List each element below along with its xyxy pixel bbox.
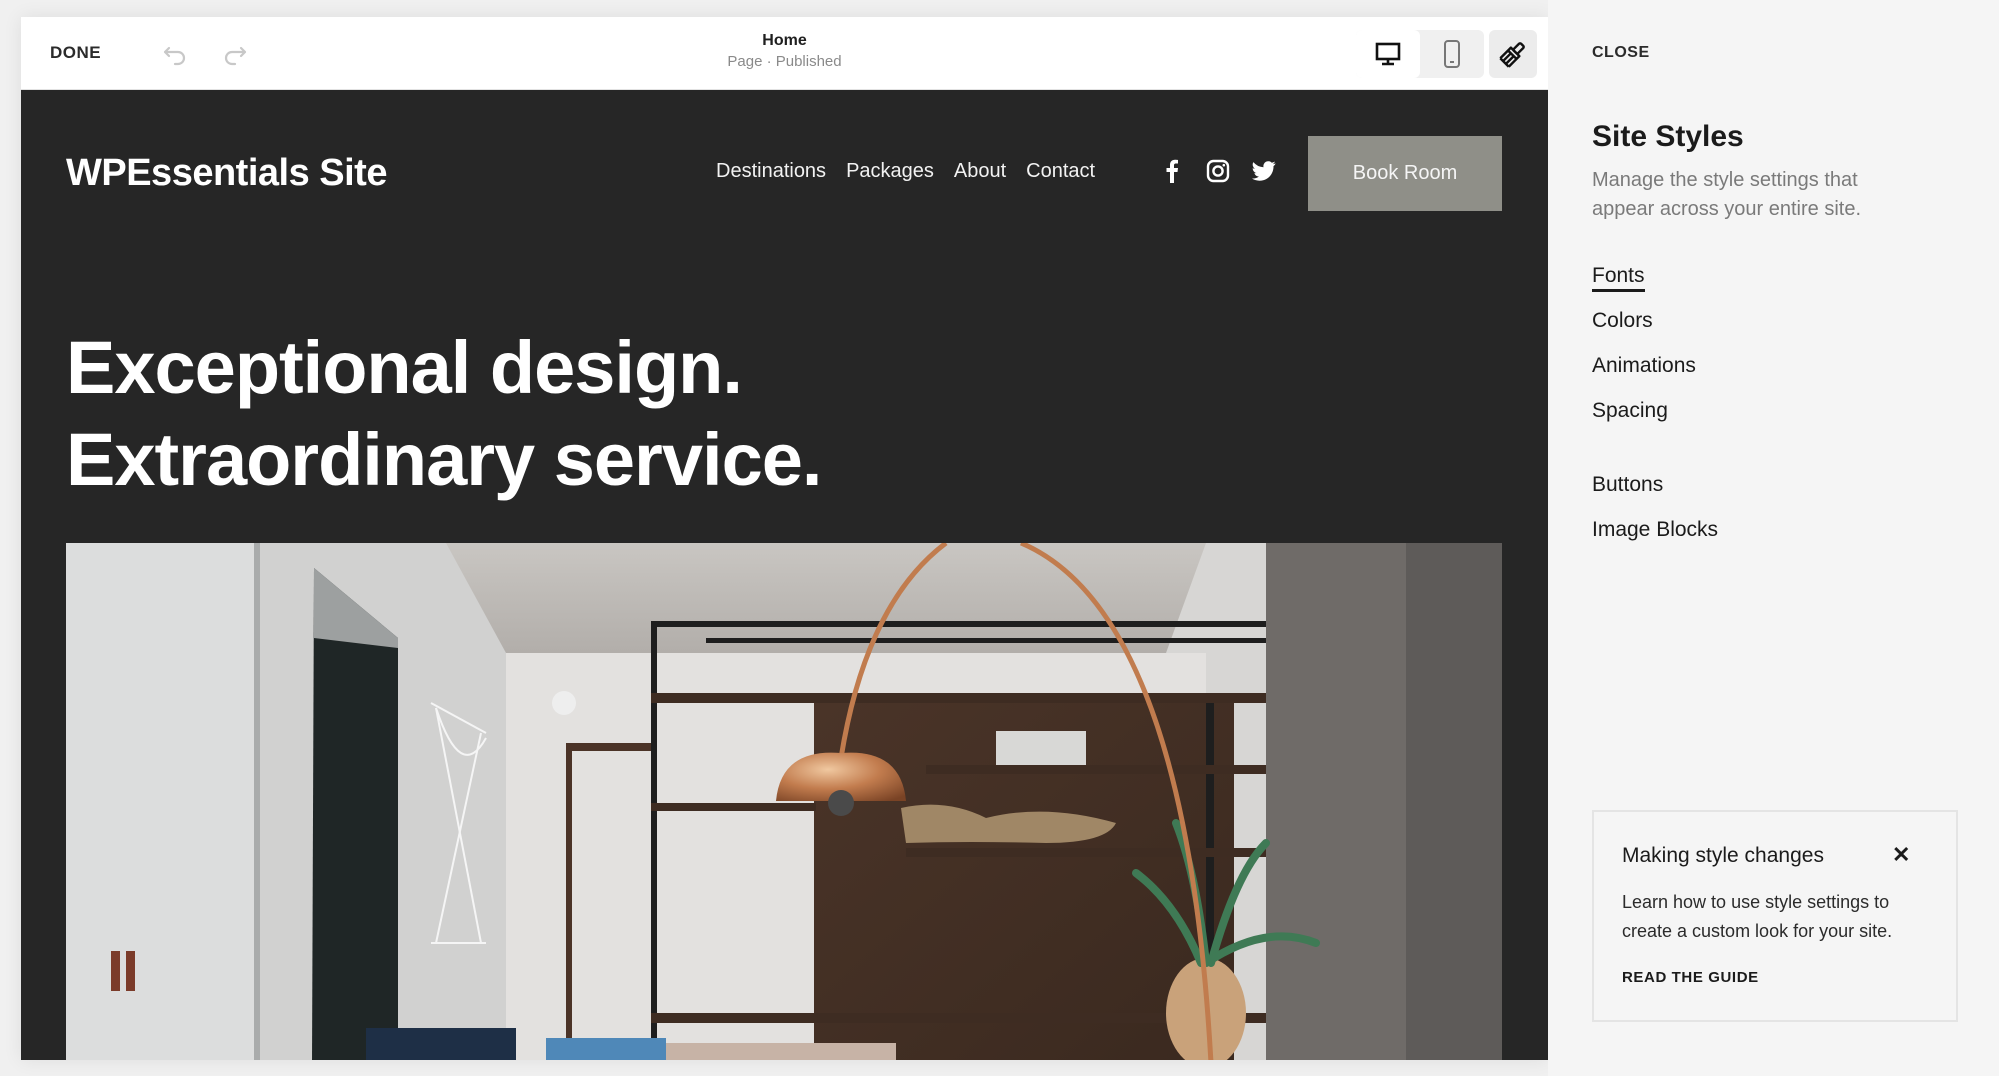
site-nav: Destinations Packages About Contact (716, 160, 1095, 183)
close-icon[interactable]: ✕ (1892, 842, 1910, 868)
twitter-link[interactable] (1252, 158, 1276, 184)
site-styles-button[interactable] (1489, 30, 1537, 78)
menu-item-label: Colors (1592, 309, 1653, 332)
site-styles-panel: CLOSE Site Styles Manage the style setti… (1548, 0, 1999, 1076)
menu-item-colors[interactable]: Colors (1592, 307, 1718, 352)
menu-item-label: Buttons (1592, 473, 1664, 496)
page-title: Home (762, 32, 807, 49)
mobile-view-button[interactable] (1420, 30, 1484, 78)
editor-toolbar: DONE Home Page · Published (21, 17, 1548, 90)
twitter-icon (1252, 161, 1276, 181)
styles-menu: Fonts Colors Animations Spacing Buttons … (1592, 262, 1718, 561)
editor-frame: DONE Home Page · Published WPEssentials … (21, 17, 1548, 1060)
page-status: Page · Published (727, 53, 842, 70)
hero-line-1: Exceptional design. (66, 326, 743, 409)
device-toggle (1356, 30, 1484, 78)
close-panel-button[interactable]: CLOSE (1592, 44, 1650, 62)
tip-title: Making style changes (1622, 844, 1824, 867)
site-title[interactable]: WPEssentials Site (66, 152, 387, 195)
tip-body: Learn how to use style settings to creat… (1622, 892, 1893, 941)
hero-heading: Exceptional design. Extraordinary servic… (66, 322, 822, 506)
site-preview: WPEssentials Site Destinations Packages … (21, 90, 1548, 1060)
read-guide-link[interactable]: READ THE GUIDE (1622, 969, 1759, 986)
menu-item-image-blocks[interactable]: Image Blocks (1592, 516, 1718, 561)
menu-item-spacing[interactable]: Spacing (1592, 397, 1718, 442)
hero-line-2: Extraordinary service. (66, 418, 822, 501)
instagram-link[interactable] (1206, 158, 1230, 184)
desktop-icon (1375, 42, 1401, 66)
tip-card: Making style changes ✕ Learn how to use … (1592, 810, 1958, 1022)
hero-image (66, 543, 1502, 1060)
desktop-view-button[interactable] (1356, 30, 1420, 78)
nav-link-about[interactable]: About (954, 160, 1006, 183)
book-room-button[interactable]: Book Room (1308, 136, 1502, 211)
menu-item-label: Fonts (1592, 264, 1645, 292)
nav-link-contact[interactable]: Contact (1026, 160, 1095, 183)
paintbrush-icon (1499, 42, 1525, 68)
hero-photo-illustration (66, 543, 1502, 1060)
menu-item-buttons[interactable]: Buttons (1592, 471, 1718, 516)
instagram-icon (1206, 159, 1230, 183)
nav-link-packages[interactable]: Packages (846, 160, 934, 183)
menu-divider-space (1592, 442, 1718, 471)
menu-item-fonts[interactable]: Fonts (1592, 262, 1718, 307)
nav-link-destinations[interactable]: Destinations (716, 160, 826, 183)
menu-item-label: Image Blocks (1592, 518, 1719, 541)
panel-title: Site Styles (1592, 120, 1744, 153)
menu-item-label: Spacing (1592, 399, 1668, 422)
page-info: Home Page · Published (21, 32, 1548, 70)
panel-description: Manage the style settings that appear ac… (1592, 169, 1862, 220)
menu-item-animations[interactable]: Animations (1592, 352, 1718, 397)
social-links (1160, 158, 1276, 184)
mobile-icon (1444, 40, 1460, 68)
facebook-icon (1166, 159, 1178, 183)
menu-item-label: Animations (1592, 354, 1696, 377)
facebook-link[interactable] (1160, 158, 1184, 184)
